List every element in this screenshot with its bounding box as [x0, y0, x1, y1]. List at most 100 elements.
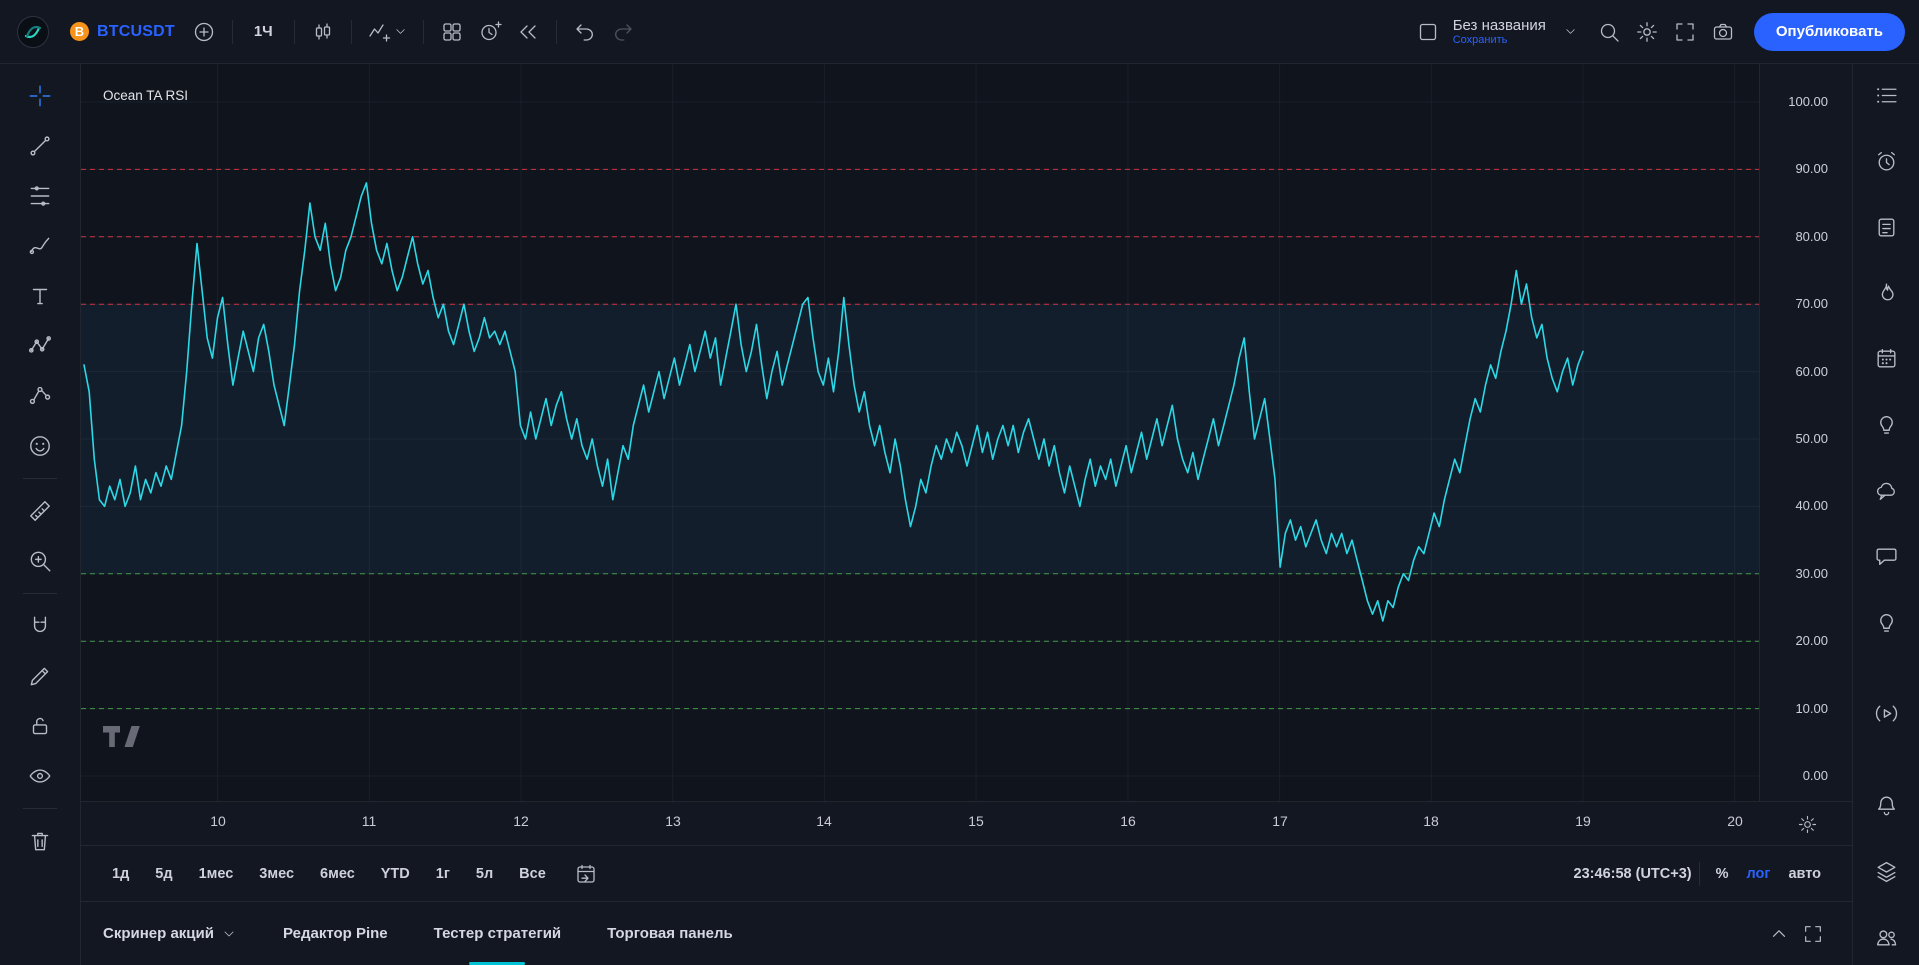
hide-drawings-button[interactable] — [20, 756, 60, 796]
tradingview-logo[interactable] — [103, 726, 141, 755]
indicator-title[interactable]: Ocean TA RSI — [103, 88, 188, 103]
tab-trading-panel[interactable]: Торговая панель — [607, 902, 733, 965]
range-ytd[interactable]: YTD — [372, 861, 419, 887]
price-label: 100.00 — [1788, 94, 1828, 110]
chevron-up-icon — [1768, 923, 1790, 945]
calendar-button[interactable] — [1868, 341, 1904, 377]
btc-icon: B — [70, 22, 89, 41]
time-axis-settings-button[interactable] — [1792, 809, 1822, 839]
clock[interactable]: 23:46:58 (UTC+3) — [1574, 866, 1692, 882]
layout-title[interactable]: Без названия Сохранить — [1453, 17, 1546, 47]
price-axis[interactable]: 100.0090.0080.0070.0060.0050.0040.0030.0… — [1759, 64, 1852, 801]
my-ideas-button[interactable] — [1868, 407, 1904, 443]
measure-tool-button[interactable] — [20, 491, 60, 531]
range-1d[interactable]: 1д — [103, 861, 138, 887]
emoji-tool-button[interactable] — [20, 426, 60, 466]
lock-icon — [27, 713, 53, 739]
range-6m[interactable]: 6мес — [311, 861, 364, 887]
chat-button[interactable] — [1868, 538, 1904, 574]
range-5y[interactable]: 5л — [467, 861, 502, 887]
tab-stock-screener[interactable]: Скринер акций — [103, 902, 237, 965]
goto-date-button[interactable] — [569, 857, 603, 891]
layout-grid-button[interactable] — [435, 15, 469, 49]
toolbar-divider — [556, 20, 557, 44]
drawing-mode-button[interactable] — [20, 656, 60, 696]
streams-button[interactable] — [1868, 696, 1904, 732]
save-link[interactable]: Сохранить — [1453, 34, 1508, 47]
watchlist-button[interactable] — [1868, 78, 1904, 114]
magnet-icon — [27, 613, 53, 639]
toolbar-divider — [423, 20, 424, 44]
toolbar-divider — [1699, 862, 1700, 886]
screenshot-button[interactable] — [1706, 15, 1740, 49]
forecast-tool-button[interactable] — [20, 376, 60, 416]
bulb-icon — [1874, 610, 1899, 635]
range-3m[interactable]: 3мес — [250, 861, 303, 887]
log-scale-button[interactable]: лог — [1738, 861, 1780, 887]
fullscreen-button[interactable] — [1668, 15, 1702, 49]
trend-line-tool-button[interactable] — [20, 126, 60, 166]
bar-replay-button[interactable] — [511, 15, 545, 49]
brush-tool-button[interactable] — [20, 226, 60, 266]
broker-logo[interactable] — [14, 13, 52, 51]
panel-maximize-button[interactable] — [1796, 917, 1830, 951]
gear-icon — [1797, 814, 1818, 835]
fib-retracement-tool-button[interactable] — [20, 176, 60, 216]
layout-title-label: Без названия — [1453, 17, 1546, 34]
redo-button[interactable] — [606, 15, 640, 49]
notifications-button[interactable] — [1868, 788, 1904, 824]
settings-button[interactable] — [1630, 15, 1664, 49]
object-tree-button[interactable] — [1868, 853, 1904, 889]
pattern-tool-button[interactable] — [20, 326, 60, 366]
publish-button[interactable]: Опубликовать — [1754, 13, 1905, 51]
create-alert-button[interactable] — [473, 15, 507, 49]
compare-add-button[interactable] — [187, 15, 221, 49]
auto-scale-button[interactable]: авто — [1779, 861, 1830, 887]
lock-drawings-button[interactable] — [20, 706, 60, 746]
journal-button[interactable] — [1868, 210, 1904, 246]
text-tool-button[interactable] — [20, 276, 60, 316]
hotlists-button[interactable] — [1868, 275, 1904, 311]
chevron-down-icon — [221, 926, 237, 942]
undo-button[interactable] — [568, 15, 602, 49]
tab-strategy-tester-label: Тестер стратегий — [434, 925, 562, 942]
right-sidebar — [1852, 64, 1919, 965]
chart-pane[interactable]: Ocean TA RSI 100.0090.0080.0070.0060.005… — [81, 64, 1852, 802]
tradingview-logo-icon — [103, 726, 141, 750]
crosshair-icon — [27, 83, 53, 109]
layout-menu-button[interactable] — [1554, 15, 1588, 49]
time-axis[interactable]: 1011121314151617181920 — [81, 802, 1852, 846]
layout-select-button[interactable] — [1411, 15, 1445, 49]
minds-button[interactable] — [1868, 473, 1904, 509]
crosshair-tool-button[interactable] — [20, 76, 60, 116]
tab-pine-editor[interactable]: Редактор Pine — [283, 902, 388, 965]
time-label: 17 — [1272, 813, 1288, 829]
indicators-button[interactable] — [363, 15, 412, 49]
tab-stock-screener-label: Скринер акций — [103, 925, 214, 942]
panel-collapse-button[interactable] — [1762, 917, 1796, 951]
community-button[interactable] — [1868, 919, 1904, 955]
percent-scale-button[interactable]: % — [1707, 861, 1738, 887]
ruler-icon — [27, 498, 53, 524]
range-1y[interactable]: 1г — [427, 861, 459, 887]
time-label: 20 — [1727, 813, 1743, 829]
chart-type-button[interactable] — [306, 15, 340, 49]
public-ideas-button[interactable] — [1868, 604, 1904, 640]
tab-strategy-tester[interactable]: Тестер стратегий — [434, 902, 562, 965]
time-label: 14 — [816, 813, 832, 829]
search-button[interactable] — [1592, 15, 1626, 49]
magnet-mode-button[interactable] — [20, 606, 60, 646]
remove-drawings-button[interactable] — [20, 821, 60, 861]
price-label: 60.00 — [1795, 364, 1828, 380]
range-5d[interactable]: 5д — [146, 861, 181, 887]
toolbar-divider — [294, 20, 295, 44]
interval-button[interactable]: 1Ч — [244, 15, 283, 49]
range-1m[interactable]: 1мес — [190, 861, 243, 887]
tab-pine-editor-label: Редактор Pine — [283, 925, 388, 942]
symbol-switcher[interactable]: B BTCUSDT — [62, 18, 183, 45]
price-label: 0.00 — [1803, 768, 1828, 784]
range-all[interactable]: Все — [510, 861, 555, 887]
plus-circle-icon — [192, 20, 216, 44]
zoom-in-tool-button[interactable] — [20, 541, 60, 581]
alerts-button[interactable] — [1868, 144, 1904, 180]
